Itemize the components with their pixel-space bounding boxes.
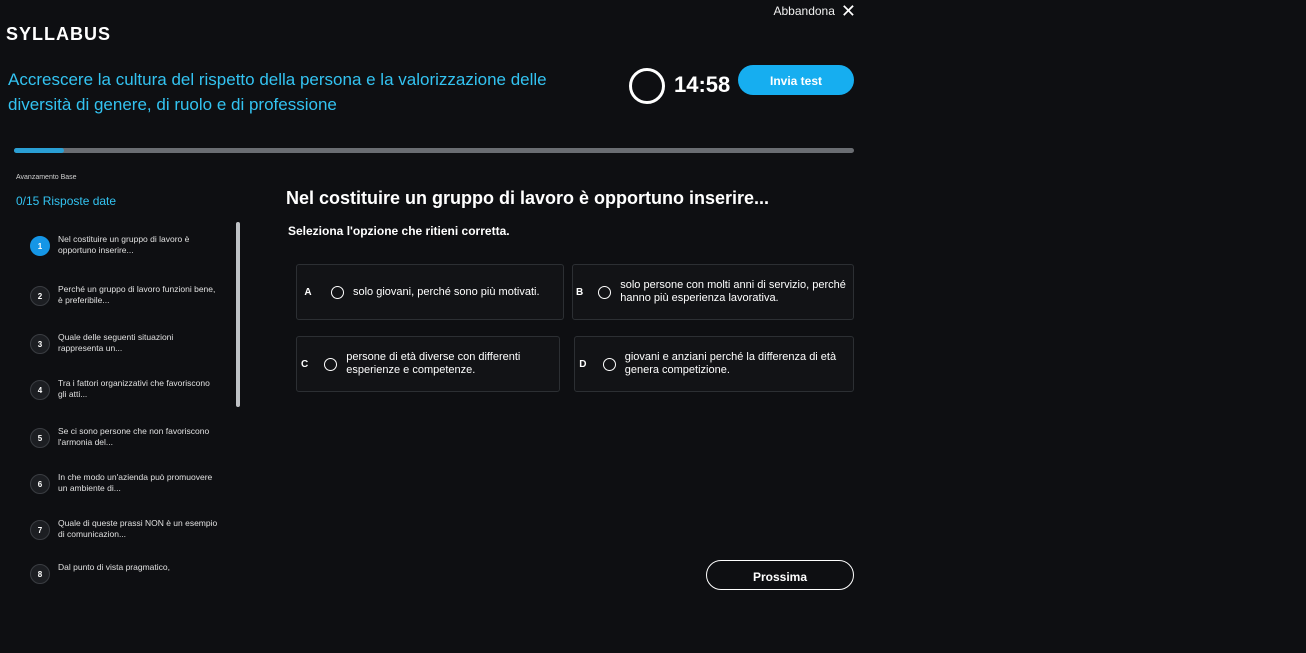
radio-icon[interactable] <box>324 357 338 371</box>
option-a[interactable]: A solo giovani, perché sono più motivati… <box>296 264 564 320</box>
sidebar-item-label: Dal punto di vista pragmatico, <box>58 562 170 572</box>
timer: 14:58 <box>674 72 731 97</box>
sidebar-item-label: Quale delle seguenti situazioni rapprese… <box>58 332 174 353</box>
question-number: 8 <box>30 564 50 584</box>
abandon-button[interactable]: Abbandona ✕ <box>773 1 857 21</box>
next-button[interactable]: Prossima <box>706 560 854 590</box>
question-number: 4 <box>30 380 50 400</box>
radio-icon[interactable] <box>331 285 344 299</box>
answered-count: 0/15 Risposte date <box>16 194 117 208</box>
option-text: solo persone con molti anni di servizio,… <box>620 279 846 304</box>
close-icon: ✕ <box>840 1 856 21</box>
sidebar-item-label: Se ci sono persone che non favoriscono l… <box>58 426 210 447</box>
question-number: 5 <box>30 428 50 448</box>
question-instruction: Seleziona l'opzione che ritieni corretta… <box>288 224 510 238</box>
option-letter: B <box>576 286 584 298</box>
option-text: giovani e anziani perché la differenza d… <box>624 351 837 376</box>
option-c[interactable]: C persone di età diverse con differenti … <box>296 336 560 392</box>
question-number: 6 <box>30 474 50 494</box>
option-letter: A <box>304 286 312 298</box>
sidebar-item-6[interactable]: 6 In che modo un'azienda può promuovere … <box>30 472 230 494</box>
send-test-button[interactable]: Invia test <box>738 65 854 95</box>
sidebar-item-3[interactable]: 3 Quale delle seguenti situazioni rappre… <box>30 332 230 354</box>
sidebar-item-2[interactable]: 2 Perché un gruppo di lavoro funzioni be… <box>30 284 230 306</box>
sidebar-item-8[interactable]: 8 Dal punto di vista pragmatico, <box>30 562 230 584</box>
option-letter: D <box>579 358 587 370</box>
sidebar-item-1[interactable]: 1 Nel costituire un gruppo di lavoro è o… <box>30 234 230 256</box>
option-letter: C <box>301 358 309 370</box>
timer-ring-icon <box>629 68 665 104</box>
sidebar-item-label: In che modo un'azienda può promuovere un… <box>58 472 213 493</box>
abandon-label: Abbandona <box>773 4 835 18</box>
sidebar-item-7[interactable]: 7 Quale di queste prassi NON è un esempi… <box>30 518 230 540</box>
progress-label: Avanzamento Base <box>16 174 77 181</box>
radio-icon[interactable] <box>602 357 616 371</box>
sidebar-item-label: Quale di queste prassi NON è un esempio … <box>58 518 218 539</box>
progress-bar <box>14 148 854 153</box>
sidebar-item-4[interactable]: 4 Tra i fattori organizzativi che favori… <box>30 378 230 400</box>
sidebar-item-label: Perché un gruppo di lavoro funzioni bene… <box>58 284 216 305</box>
sidebar-item-label: Nel costituire un gruppo di lavoro è opp… <box>58 234 190 255</box>
course-title: Accrescere la cultura del rispetto della… <box>8 70 547 114</box>
option-b[interactable]: B solo persone con molti anni di servizi… <box>572 264 854 320</box>
progress-fill <box>14 148 65 153</box>
option-text: persone di età diverse con differenti es… <box>346 351 521 376</box>
option-text: solo giovani, perché sono più motivati. <box>353 285 540 298</box>
radio-icon[interactable] <box>598 285 612 299</box>
question-number: 1 <box>30 236 50 256</box>
question-number: 7 <box>30 520 50 540</box>
logo: SYLLABUS <box>6 24 112 44</box>
option-d[interactable]: D giovani e anziani perché la differenza… <box>574 336 854 392</box>
sidebar-scrollbar[interactable] <box>236 222 240 407</box>
sidebar-item-5[interactable]: 5 Se ci sono persone che non favoriscono… <box>30 426 230 448</box>
question-number: 3 <box>30 334 50 354</box>
question-title: Nel costituire un gruppo di lavoro è opp… <box>286 188 770 208</box>
question-number: 2 <box>30 286 50 306</box>
sidebar-item-label: Tra i fattori organizzativi che favorisc… <box>58 378 210 399</box>
